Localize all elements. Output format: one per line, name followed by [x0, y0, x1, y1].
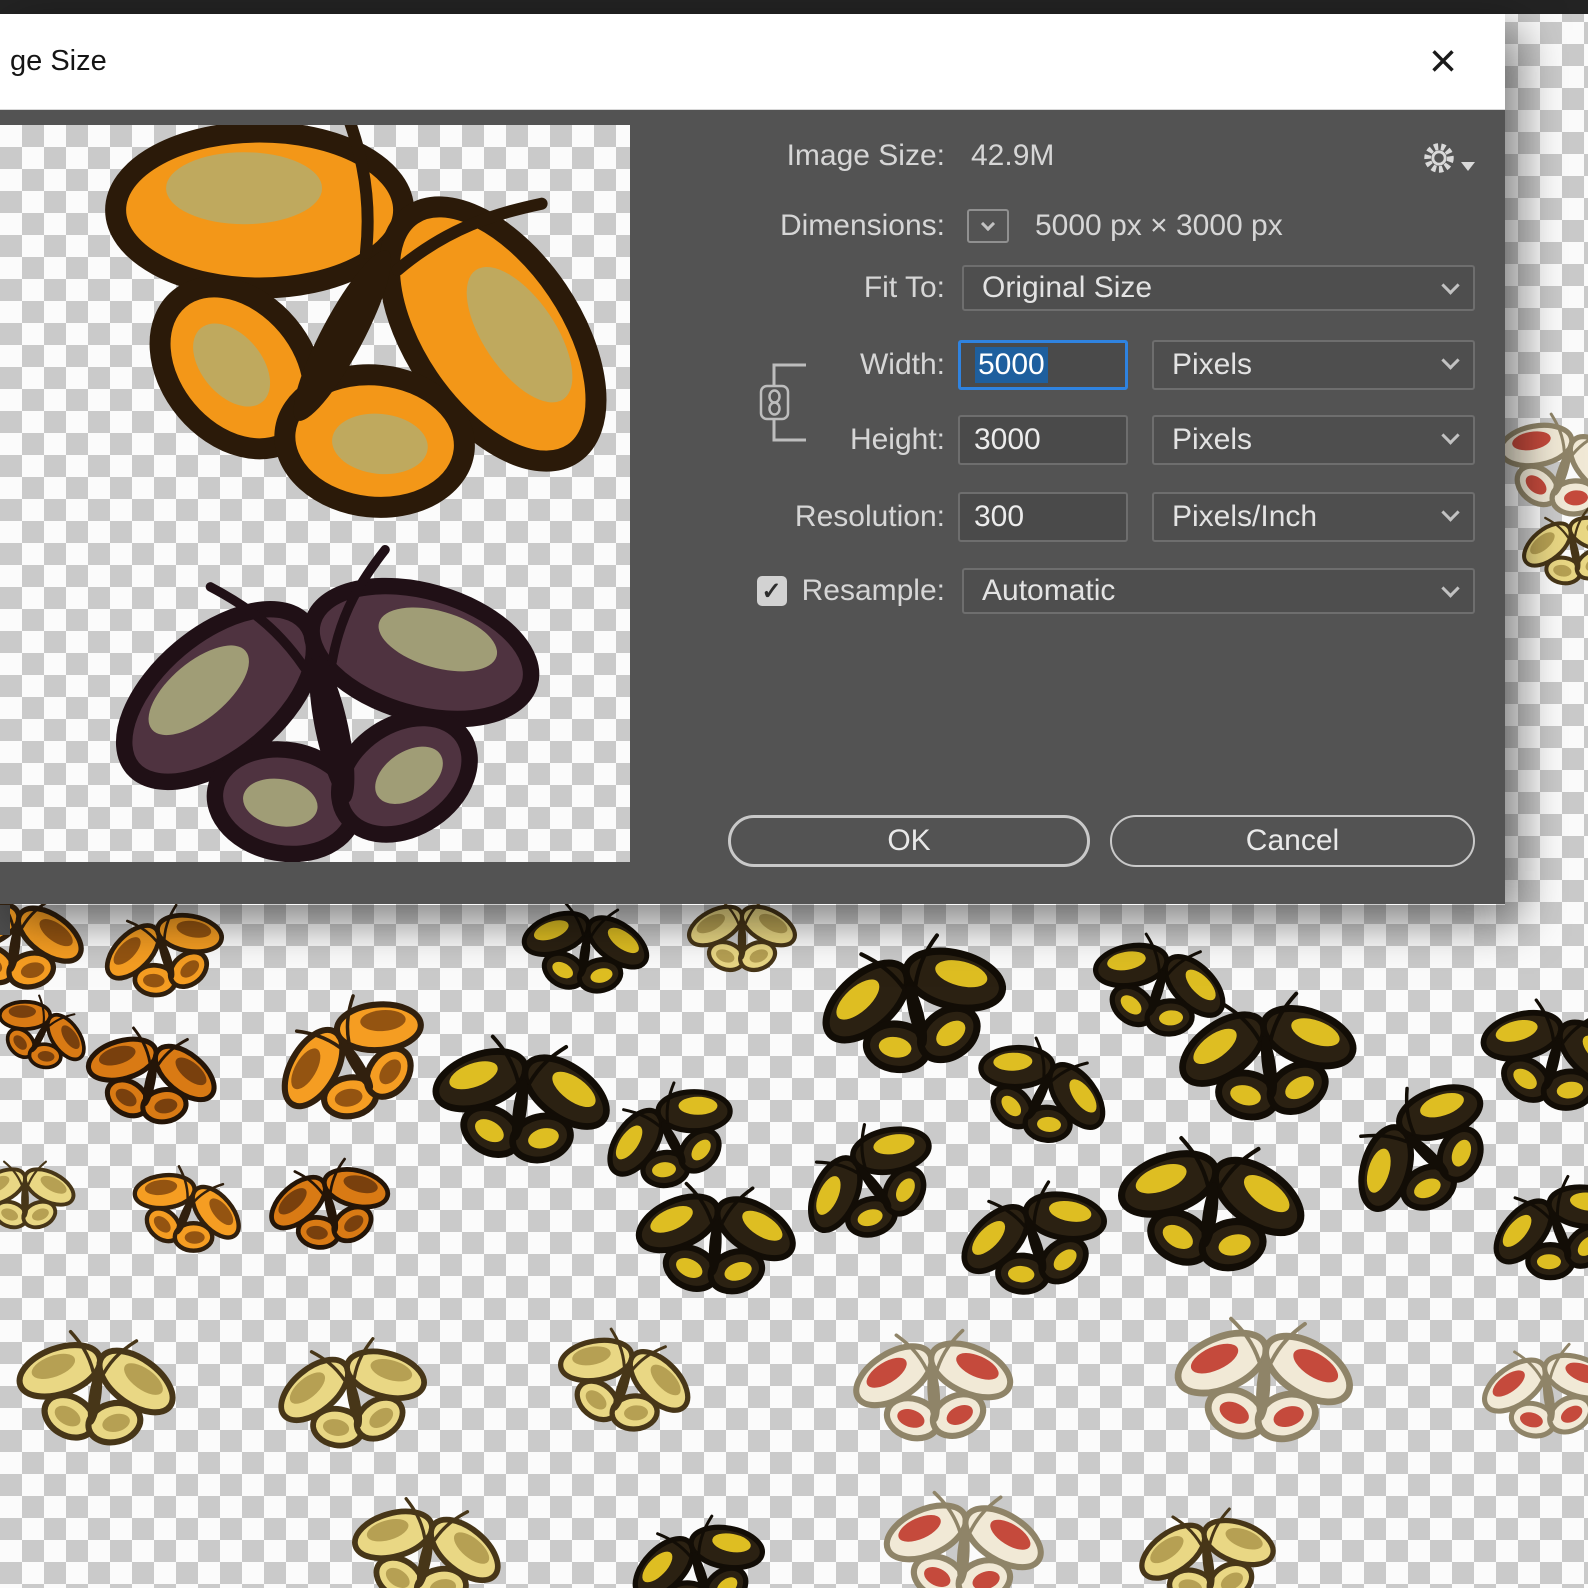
preview-image — [0, 125, 630, 862]
width-unit-value: Pixels — [1172, 348, 1253, 381]
butterfly — [132, 1164, 241, 1253]
resample-checkbox[interactable]: ✓ — [756, 576, 787, 606]
image-size-label: Image Size: — [786, 139, 945, 172]
width-row: Width: 5000 Pixels — [640, 340, 1475, 390]
butterfly — [852, 1328, 1013, 1441]
dimensions-label: Dimensions: — [779, 209, 945, 242]
butterfly — [0, 1160, 76, 1230]
check-icon: ✓ — [761, 577, 782, 605]
width-input[interactable]: 5000 — [958, 340, 1128, 390]
image-size-dialog: ge Size × Image Size: 42.9M Dimensions: — [0, 14, 1505, 905]
resolution-unit-select[interactable]: Pixels/Inch — [1152, 492, 1475, 542]
fit-to-select[interactable]: Original Size — [962, 265, 1475, 311]
resolution-unit-value: Pixels/Inch — [1172, 500, 1318, 533]
preview-pane[interactable] — [0, 125, 630, 862]
butterfly — [277, 1336, 427, 1448]
chevron-down-icon — [1441, 503, 1460, 522]
resolution-input[interactable]: 300 — [958, 492, 1128, 542]
resolution-label: Resolution: — [794, 500, 945, 533]
dialog-titlebar[interactable]: ge Size × — [0, 14, 1505, 110]
resolution-row: Resolution: 300 Pixels/Inch — [640, 492, 1475, 542]
dialog-body: Image Size: 42.9M Dimensions: 5000 px × … — [0, 110, 1505, 904]
height-label: Height: — [849, 423, 945, 456]
gear-menu-button[interactable] — [1420, 136, 1482, 180]
chevron-down-icon — [1441, 426, 1460, 445]
width-unit-select[interactable]: Pixels — [1152, 340, 1475, 390]
dimensions-row: Dimensions: 5000 px × 3000 px — [640, 201, 1283, 251]
ok-button[interactable]: OK — [728, 815, 1090, 867]
height-unit-value: Pixels — [1172, 423, 1253, 456]
butterfly — [1481, 1342, 1588, 1439]
butterfly — [1174, 1316, 1353, 1442]
fit-to-row: Fit To: Original Size — [640, 263, 1475, 313]
dimensions-dropdown-toggle[interactable] — [967, 209, 1009, 243]
gear-icon — [1424, 143, 1454, 173]
height-row: Height: 3000 Pixels — [640, 415, 1475, 465]
butterfly — [1139, 1507, 1276, 1588]
resolution-value: 300 — [974, 500, 1025, 533]
width-label: Width: — [859, 348, 945, 381]
dialog-title: ge Size — [10, 45, 107, 77]
butterfly — [632, 1514, 765, 1588]
image-size-row: Image Size: 42.9M — [640, 131, 1055, 181]
resample-value: Automatic — [982, 574, 1116, 607]
butterfly — [16, 1329, 176, 1445]
fit-to-value: Original Size — [982, 271, 1153, 304]
butterfly — [268, 1157, 390, 1250]
cancel-button[interactable]: Cancel — [1110, 815, 1475, 867]
app-top-strip — [0, 0, 1588, 14]
panel-edge — [0, 905, 10, 935]
height-unit-select[interactable]: Pixels — [1152, 415, 1475, 465]
photoshop-screen: ge Size × Image Size: 42.9M Dimensions: — [0, 0, 1588, 1588]
height-value: 3000 — [974, 423, 1041, 456]
chevron-down-icon — [980, 216, 996, 232]
height-input[interactable]: 3000 — [958, 415, 1128, 465]
chevron-down-icon — [1441, 579, 1460, 598]
image-size-value: 42.9M — [971, 139, 1055, 172]
caret-down-icon — [1461, 161, 1475, 171]
dimensions-value: 5000 px × 3000 px — [1035, 209, 1283, 242]
butterfly — [883, 1490, 1044, 1588]
width-value: 5000 — [975, 347, 1048, 383]
chevron-down-icon — [1441, 351, 1460, 370]
resample-label: Resample: — [801, 574, 945, 607]
fit-to-label: Fit To: — [863, 271, 945, 304]
chevron-down-icon — [1441, 276, 1460, 295]
close-icon[interactable]: × — [1407, 14, 1479, 109]
resample-select[interactable]: Automatic — [962, 568, 1475, 614]
resample-row: ✓ Resample: Automatic — [640, 566, 1475, 616]
